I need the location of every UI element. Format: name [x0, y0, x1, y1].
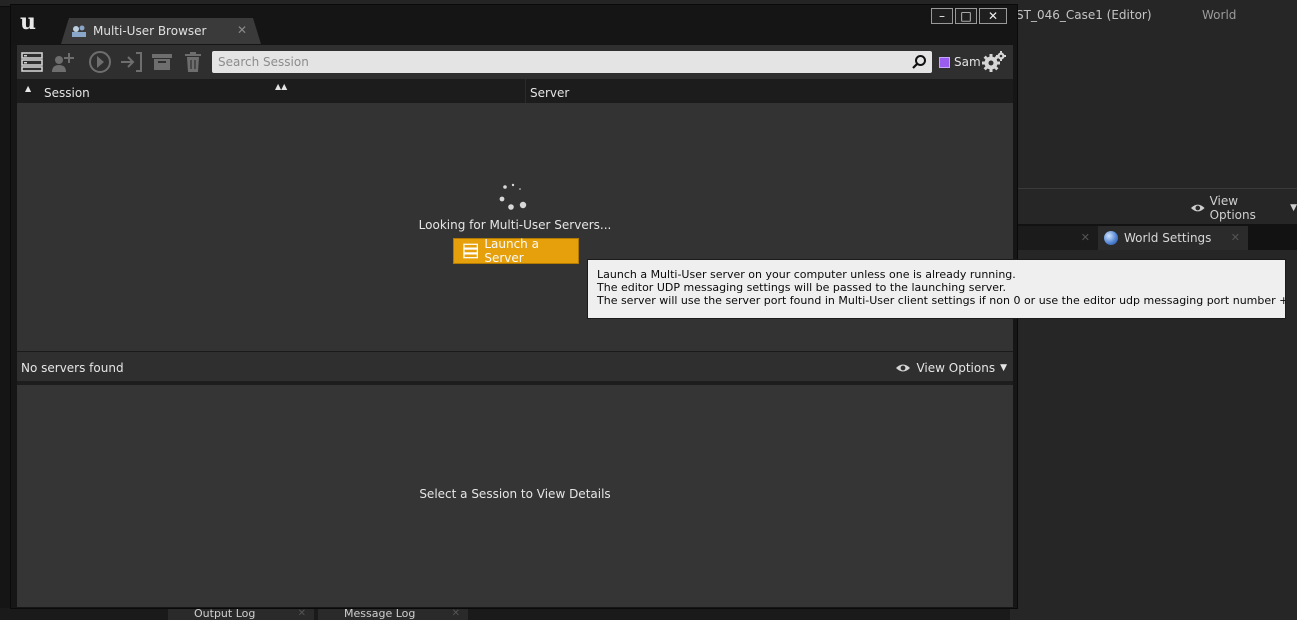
window-title-bar[interactable]: u Multi-User Browser ✕ – □ ✕	[11, 5, 1017, 45]
maximize-button[interactable]: □	[955, 8, 977, 24]
close-tab-icon[interactable]: ✕	[237, 23, 247, 37]
outliner-level-name[interactable]: ST_046_Case1 (Editor)	[1016, 8, 1152, 22]
launch-server-label: Launch a Server	[484, 237, 539, 265]
add-session-button[interactable]	[50, 49, 76, 75]
tab-multi-user-browser[interactable]: Multi-User Browser ✕	[61, 18, 261, 44]
session-list-header: ▲ Session ▲▲ Server	[17, 79, 1013, 104]
globe-icon	[1104, 231, 1118, 245]
list-status-bar: No servers found View Options ▼	[17, 351, 1013, 382]
sort-ascending-icon[interactable]: ▲	[25, 84, 31, 93]
close-icon[interactable]: ✕	[1081, 231, 1090, 244]
outliner-divider	[1018, 188, 1297, 189]
search-box	[212, 51, 932, 73]
close-icon[interactable]: ✕	[452, 608, 460, 620]
view-options-label: View Options	[916, 361, 996, 375]
users-icon	[71, 24, 87, 38]
settings-button[interactable]	[981, 50, 1007, 74]
archive-session-button[interactable]	[149, 49, 175, 75]
window-controls: – □ ✕	[931, 8, 1007, 24]
launch-server-button[interactable]: Launch a Server	[453, 237, 579, 265]
chevron-down-icon: ▼	[1000, 363, 1007, 373]
details-tab[interactable]: ✕	[1018, 226, 1098, 250]
unreal-logo-icon: u	[20, 9, 36, 35]
tooltip-line: The editor UDP messaging settings will b…	[597, 281, 1007, 294]
close-icon[interactable]: ✕	[1231, 231, 1240, 244]
column-divider[interactable]	[525, 79, 526, 103]
restore-session-button[interactable]	[118, 49, 144, 75]
user-name: Sam	[954, 55, 981, 69]
session-details-panel: Select a Session to View Details	[17, 385, 1013, 607]
view-options-label: View Options	[1209, 194, 1256, 222]
eye-icon	[896, 364, 911, 372]
tooltip-line: The server will use the server port foun…	[597, 294, 1286, 307]
outliner-view-options-button[interactable]: View Options ▼	[1190, 194, 1297, 222]
gear-icon	[982, 51, 1006, 72]
loading-spinner-icon	[499, 183, 527, 210]
server-list-button[interactable]	[19, 49, 45, 75]
close-window-button[interactable]: ✕	[979, 8, 1007, 24]
bottom-tab-bar	[0, 608, 1010, 620]
tooltip-line: Launch a Multi-User server on your compu…	[597, 268, 1016, 281]
outliner-type-label: World	[1202, 8, 1237, 22]
add-user-icon	[52, 53, 74, 72]
eye-icon	[1190, 204, 1205, 212]
browser-content: Sam	[17, 45, 1013, 607]
tab-message-log-label: Message Log	[344, 608, 416, 620]
enter-icon	[121, 52, 142, 72]
server-icon	[463, 243, 478, 259]
column-header-server[interactable]: Server	[530, 86, 569, 100]
archive-icon	[152, 54, 172, 70]
launch-server-tooltip: Launch a Multi-User server on your compu…	[587, 259, 1286, 319]
join-session-button[interactable]	[87, 49, 113, 75]
view-options-button[interactable]: View Options ▼	[895, 361, 1007, 375]
delete-session-button[interactable]	[180, 49, 206, 75]
column-header-session[interactable]: Session	[44, 86, 90, 100]
column-resize-icon[interactable]: ▲▲	[275, 82, 287, 91]
server-list-icon	[21, 52, 43, 72]
close-icon[interactable]: ✕	[298, 608, 306, 620]
join-icon	[89, 51, 111, 73]
trash-icon	[185, 52, 201, 72]
search-input[interactable]	[212, 51, 902, 73]
tab-message-log[interactable]: Message Log ✕	[318, 608, 468, 620]
chevron-down-icon: ▼	[1290, 203, 1297, 213]
searching-status-text: Looking for Multi-User Servers...	[418, 218, 612, 232]
details-placeholder: Select a Session to View Details	[419, 487, 611, 501]
tab-world-settings[interactable]: World Settings ✕	[1098, 226, 1248, 250]
toolbar: Sam	[17, 45, 1013, 79]
tab-world-settings-label: World Settings	[1124, 231, 1212, 245]
minimize-button[interactable]: –	[931, 8, 953, 24]
tab-output-log[interactable]: Output Log ✕	[168, 608, 314, 620]
tab-output-log-label: Output Log	[194, 608, 256, 620]
tab-label: Multi-User Browser	[93, 24, 207, 38]
user-color-swatch	[939, 56, 950, 68]
server-count-status: No servers found	[21, 361, 124, 375]
user-indicator: Sam	[939, 55, 981, 69]
search-icon[interactable]	[911, 54, 927, 70]
